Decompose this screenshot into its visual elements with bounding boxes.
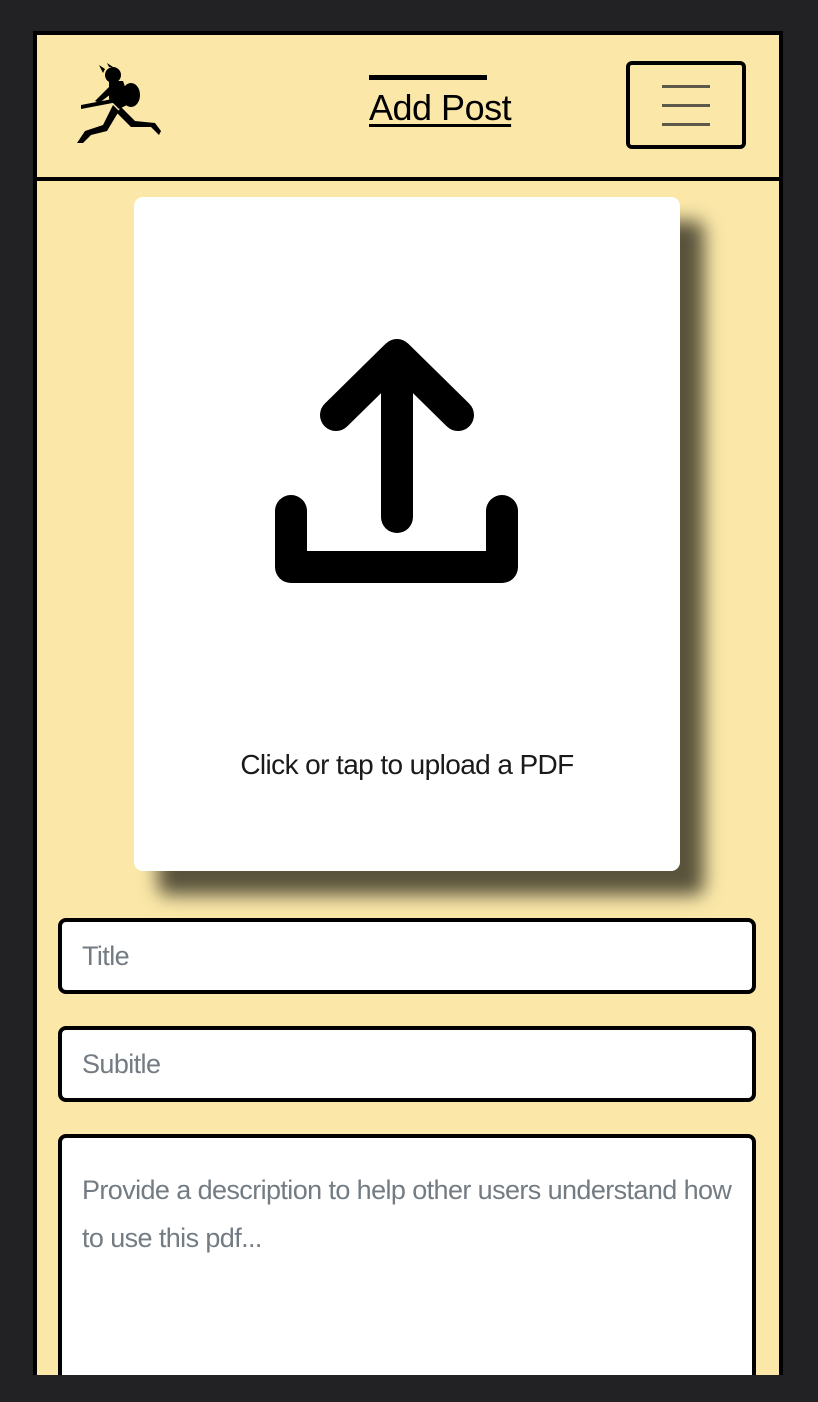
page-title-container: Add Post xyxy=(369,75,512,130)
top-bar: Add Post xyxy=(37,35,779,181)
title-input[interactable] xyxy=(62,922,752,990)
subtitle-input[interactable] xyxy=(62,1030,752,1098)
description-textarea[interactable] xyxy=(62,1138,752,1375)
upload-label: Click or tap to upload a PDF xyxy=(240,749,574,780)
menu-button[interactable] xyxy=(626,61,746,149)
title-field[interactable] xyxy=(58,918,756,994)
page-title[interactable]: Add Post xyxy=(369,86,512,130)
guitarist-logo-icon[interactable] xyxy=(73,63,167,147)
app-frame: Add Post Click or tap to upload a PDF xyxy=(33,31,783,1375)
description-field[interactable] xyxy=(58,1134,756,1375)
subtitle-field[interactable] xyxy=(58,1026,756,1102)
pdf-upload-dropzone[interactable]: Click or tap to upload a PDF xyxy=(134,197,680,871)
upload-icon xyxy=(275,339,518,583)
hamburger-menu-icon xyxy=(662,85,710,126)
